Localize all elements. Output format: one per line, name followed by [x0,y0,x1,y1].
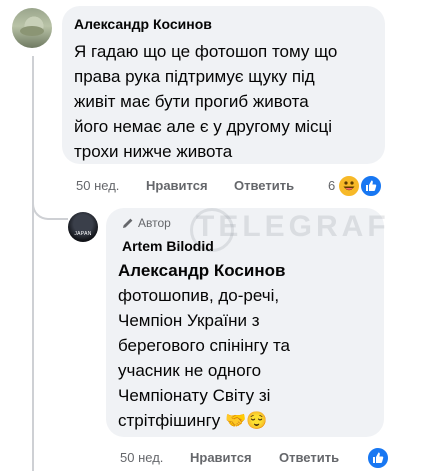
comment-line: його немає але є у другому місці [74,117,333,136]
comment-bubble: Александр Косинов Я гадаю що це фотошоп … [62,6,385,164]
comment-line: Чемпіон України з [118,311,260,330]
like-button[interactable]: Нравится [146,178,208,193]
comment-author[interactable]: Александр Косинов [74,16,212,32]
comment-text: фотошопив, до-речі, Чемпіон України з бе… [118,283,378,433]
comment-line: Я гадаю що це фотошоп тому що [74,42,338,61]
mention-link[interactable]: Александр Косинов [118,258,285,283]
haha-emoji-icon [337,174,361,198]
comment-line: учасник не одного [118,361,262,380]
reply-button[interactable]: Ответить [234,178,294,193]
comment-text: Я гадаю що це фотошоп тому що права рука… [74,39,379,164]
like-label: Нравится [146,178,208,193]
comment-time[interactable]: 50 нед. [120,450,163,465]
pencil-icon [123,218,133,228]
reply-button[interactable]: Ответить [279,450,339,465]
comment-line: стрітфішингу 🤝😌 [118,411,268,430]
reply-label: Ответить [234,178,295,193]
comment-line: трохи нижче живота [74,142,233,161]
comment-author[interactable]: Artem Bilodid [122,238,214,254]
thread-line [32,56,34,471]
like-thumb-icon [366,446,390,470]
comment-line: Чемпіонату Світу зі [118,386,271,405]
comment-line: права рука підтримує щуку під [74,67,315,86]
comment-line: берегового спінінгу та [118,336,291,355]
thread-curve [32,194,68,220]
like-thumb-icon [359,174,383,198]
avatar[interactable]: JAPAN [68,212,98,242]
author-badge: Автор [122,216,171,230]
comment-time[interactable]: 50 нед. [76,178,119,193]
avatar[interactable] [12,8,52,48]
badge-label: Автор [138,216,171,230]
comment-line: живіт має бути прогиб живота [74,92,309,111]
avatar-text: JAPAN [74,231,92,237]
watermark: TELEGRAF [196,210,390,243]
like-label: Нравится [190,450,252,465]
comment-line: фотошопив, до-речі, [118,286,280,305]
like-button[interactable]: Нравится [190,450,252,465]
reply-label: Ответить [279,450,340,465]
reaction-count[interactable]: 6 [328,178,335,193]
